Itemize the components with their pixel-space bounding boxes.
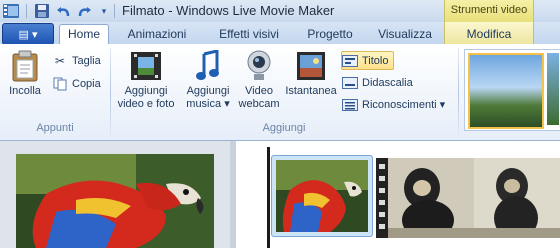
ribbon: Incolla ✂ Taglia Copia Appunti Aggiungi … xyxy=(0,44,560,141)
qat-divider xyxy=(114,4,115,18)
copy-icon xyxy=(52,77,68,91)
theme-thumbnail[interactable] xyxy=(547,53,559,125)
credits-button[interactable]: Riconoscimenti ▾ xyxy=(342,96,445,113)
context-tab-group-header: Strumenti video xyxy=(444,0,534,22)
credits-dropdown-icon[interactable]: ▾ xyxy=(440,98,446,111)
tab-effetti-visivi[interactable]: Effetti visivi xyxy=(206,25,292,44)
clip-thumbnail xyxy=(276,160,368,232)
add-video-photo-label-line1: Aggiungi xyxy=(124,85,168,97)
webcam-video-label-line1: Video xyxy=(245,85,273,97)
add-music-label-line2: musica xyxy=(186,98,222,110)
context-tab-group-label: Strumenti video xyxy=(450,4,528,16)
cut-button[interactable]: ✂ Taglia xyxy=(52,52,101,69)
tab-visualizza[interactable]: Visualizza xyxy=(368,25,442,44)
preview-pane xyxy=(0,141,230,248)
webcam-icon xyxy=(243,50,275,82)
snapshot-icon xyxy=(295,50,327,82)
qat-divider xyxy=(26,4,27,18)
music-note-icon xyxy=(192,50,224,82)
window-title: Filmato - Windows Live Movie Maker xyxy=(122,3,335,18)
clipboard-icon xyxy=(9,50,41,82)
caption-button[interactable]: Didascalia xyxy=(342,74,413,91)
caption-button-label: Didascalia xyxy=(362,76,413,89)
tab-progetto[interactable]: Progetto xyxy=(294,25,366,44)
snapshot-button[interactable]: Istantanea xyxy=(283,50,339,98)
title-icon xyxy=(342,54,358,68)
add-video-photo-button[interactable]: Aggiungi video e foto xyxy=(116,50,176,111)
save-icon[interactable] xyxy=(34,3,50,19)
title-button[interactable]: Titolo xyxy=(341,51,394,70)
cut-button-label: Taglia xyxy=(72,54,101,67)
add-video-photo-label: Aggiungi video e foto xyxy=(118,85,175,111)
redo-icon[interactable] xyxy=(76,3,92,19)
playhead-indicator[interactable] xyxy=(267,147,270,248)
group-label-aggiungi: Aggiungi xyxy=(262,122,306,134)
add-music-button[interactable]: Aggiungi musica ▾ xyxy=(182,50,234,111)
video-photo-icon xyxy=(130,50,162,82)
theme-gallery xyxy=(464,49,560,131)
webcam-video-label: Video webcam xyxy=(239,85,280,111)
add-music-label: Aggiungi musica ▾ xyxy=(186,85,229,111)
application-menu-button[interactable]: ▤ ▾ xyxy=(2,23,54,45)
undo-icon[interactable] xyxy=(56,3,72,19)
storyboard-clip-selected[interactable] xyxy=(271,155,373,237)
snapshot-label: Istantanea xyxy=(285,85,337,97)
credits-button-label: Riconoscimenti xyxy=(362,98,437,111)
add-video-photo-label-line2: video e foto xyxy=(117,98,175,110)
copy-button-label: Copia xyxy=(72,77,101,90)
ribbon-tab-row: ▤ ▾ Home Animazioni Effetti visivi Proge… xyxy=(0,22,560,45)
group-divider xyxy=(458,48,459,138)
tab-animazioni[interactable]: Animazioni xyxy=(114,25,200,44)
caption-icon xyxy=(342,76,358,90)
film-strip-edge xyxy=(376,158,388,238)
storyboard-clip[interactable] xyxy=(388,158,560,238)
movie-maker-logo-icon xyxy=(3,3,19,19)
webcam-video-button[interactable]: Video webcam xyxy=(236,50,282,111)
tab-modifica[interactable]: Modifica xyxy=(444,22,534,44)
title-button-label: Titolo xyxy=(362,54,389,67)
webcam-video-label-line2: webcam xyxy=(238,98,280,110)
add-music-label-line1: Aggiungi xyxy=(186,85,230,97)
paste-button[interactable]: Incolla xyxy=(4,50,46,98)
group-label-appunti: Appunti xyxy=(36,122,74,134)
credits-icon xyxy=(342,98,358,112)
tab-home[interactable]: Home xyxy=(59,24,109,45)
menu-icon: ▤ ▾ xyxy=(18,28,38,41)
copy-button[interactable]: Copia xyxy=(52,75,101,92)
paste-button-label: Incolla xyxy=(9,85,41,97)
title-bar: ▾ Filmato - Windows Live Movie Maker Str… xyxy=(0,0,560,22)
add-music-dropdown-icon[interactable]: ▾ xyxy=(224,98,230,110)
theme-thumbnail[interactable] xyxy=(468,53,544,129)
customize-qat-dropdown-icon[interactable]: ▾ xyxy=(96,3,112,19)
scissors-icon: ✂ xyxy=(54,53,66,68)
preview-video-frame xyxy=(16,154,214,248)
